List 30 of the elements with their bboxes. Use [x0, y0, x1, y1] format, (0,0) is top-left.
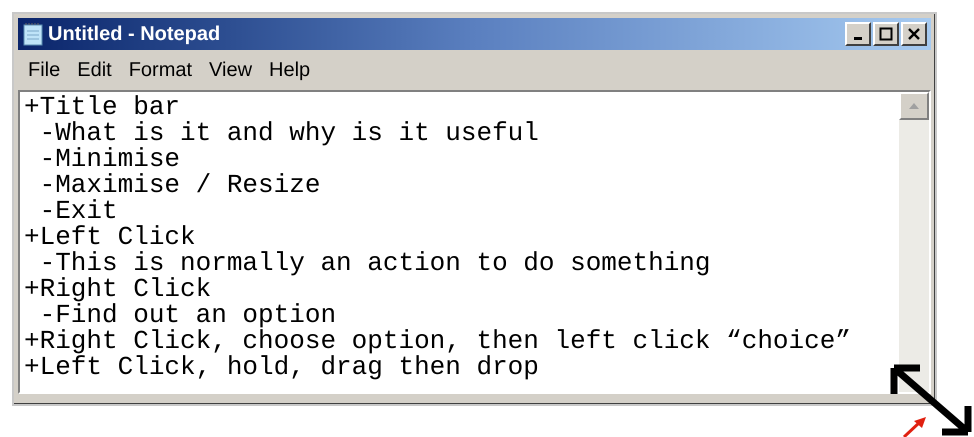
text-line: +Title bar: [24, 94, 180, 120]
menu-item[interactable]: Edit: [69, 55, 120, 85]
text-line: +Right Click, choose option, then left click “choice”: [24, 328, 851, 354]
text-line: -Minimise: [38, 146, 180, 172]
menu-item[interactable]: View: [201, 55, 260, 85]
maximize-button[interactable]: [873, 22, 899, 46]
text-line: +Left Click: [24, 224, 196, 250]
close-icon: [907, 27, 921, 41]
text-line: +Left Click, hold, drag then drop: [24, 354, 539, 380]
text-area[interactable]: [18, 90, 931, 394]
close-button[interactable]: [901, 22, 927, 46]
menu-item[interactable]: Help: [261, 55, 318, 85]
pointer-arrow-icon: [902, 416, 928, 437]
maximize-icon: [879, 27, 893, 41]
menu-item[interactable]: File: [20, 55, 68, 85]
notepad-icon: [22, 22, 44, 46]
up-arrow-icon: [909, 103, 919, 109]
text-line: +Right Click: [24, 276, 212, 302]
text-line: -What is it and why is it useful: [38, 120, 539, 146]
window-title: Untitled - Notepad: [48, 22, 220, 47]
minimize-icon: [854, 36, 862, 40]
text-line: -Find out an option: [40, 302, 336, 328]
menu-item[interactable]: Format: [120, 55, 200, 85]
minimize-button[interactable]: [845, 22, 871, 46]
scroll-up-button[interactable]: [899, 92, 929, 120]
resize-arrow-icon: [888, 362, 974, 437]
text-line: -This is normally an action to do something: [40, 250, 711, 276]
text-line: -Exit: [40, 198, 118, 224]
scrollbar[interactable]: [899, 92, 929, 392]
text-line: -Maximise / Resize: [38, 172, 320, 198]
